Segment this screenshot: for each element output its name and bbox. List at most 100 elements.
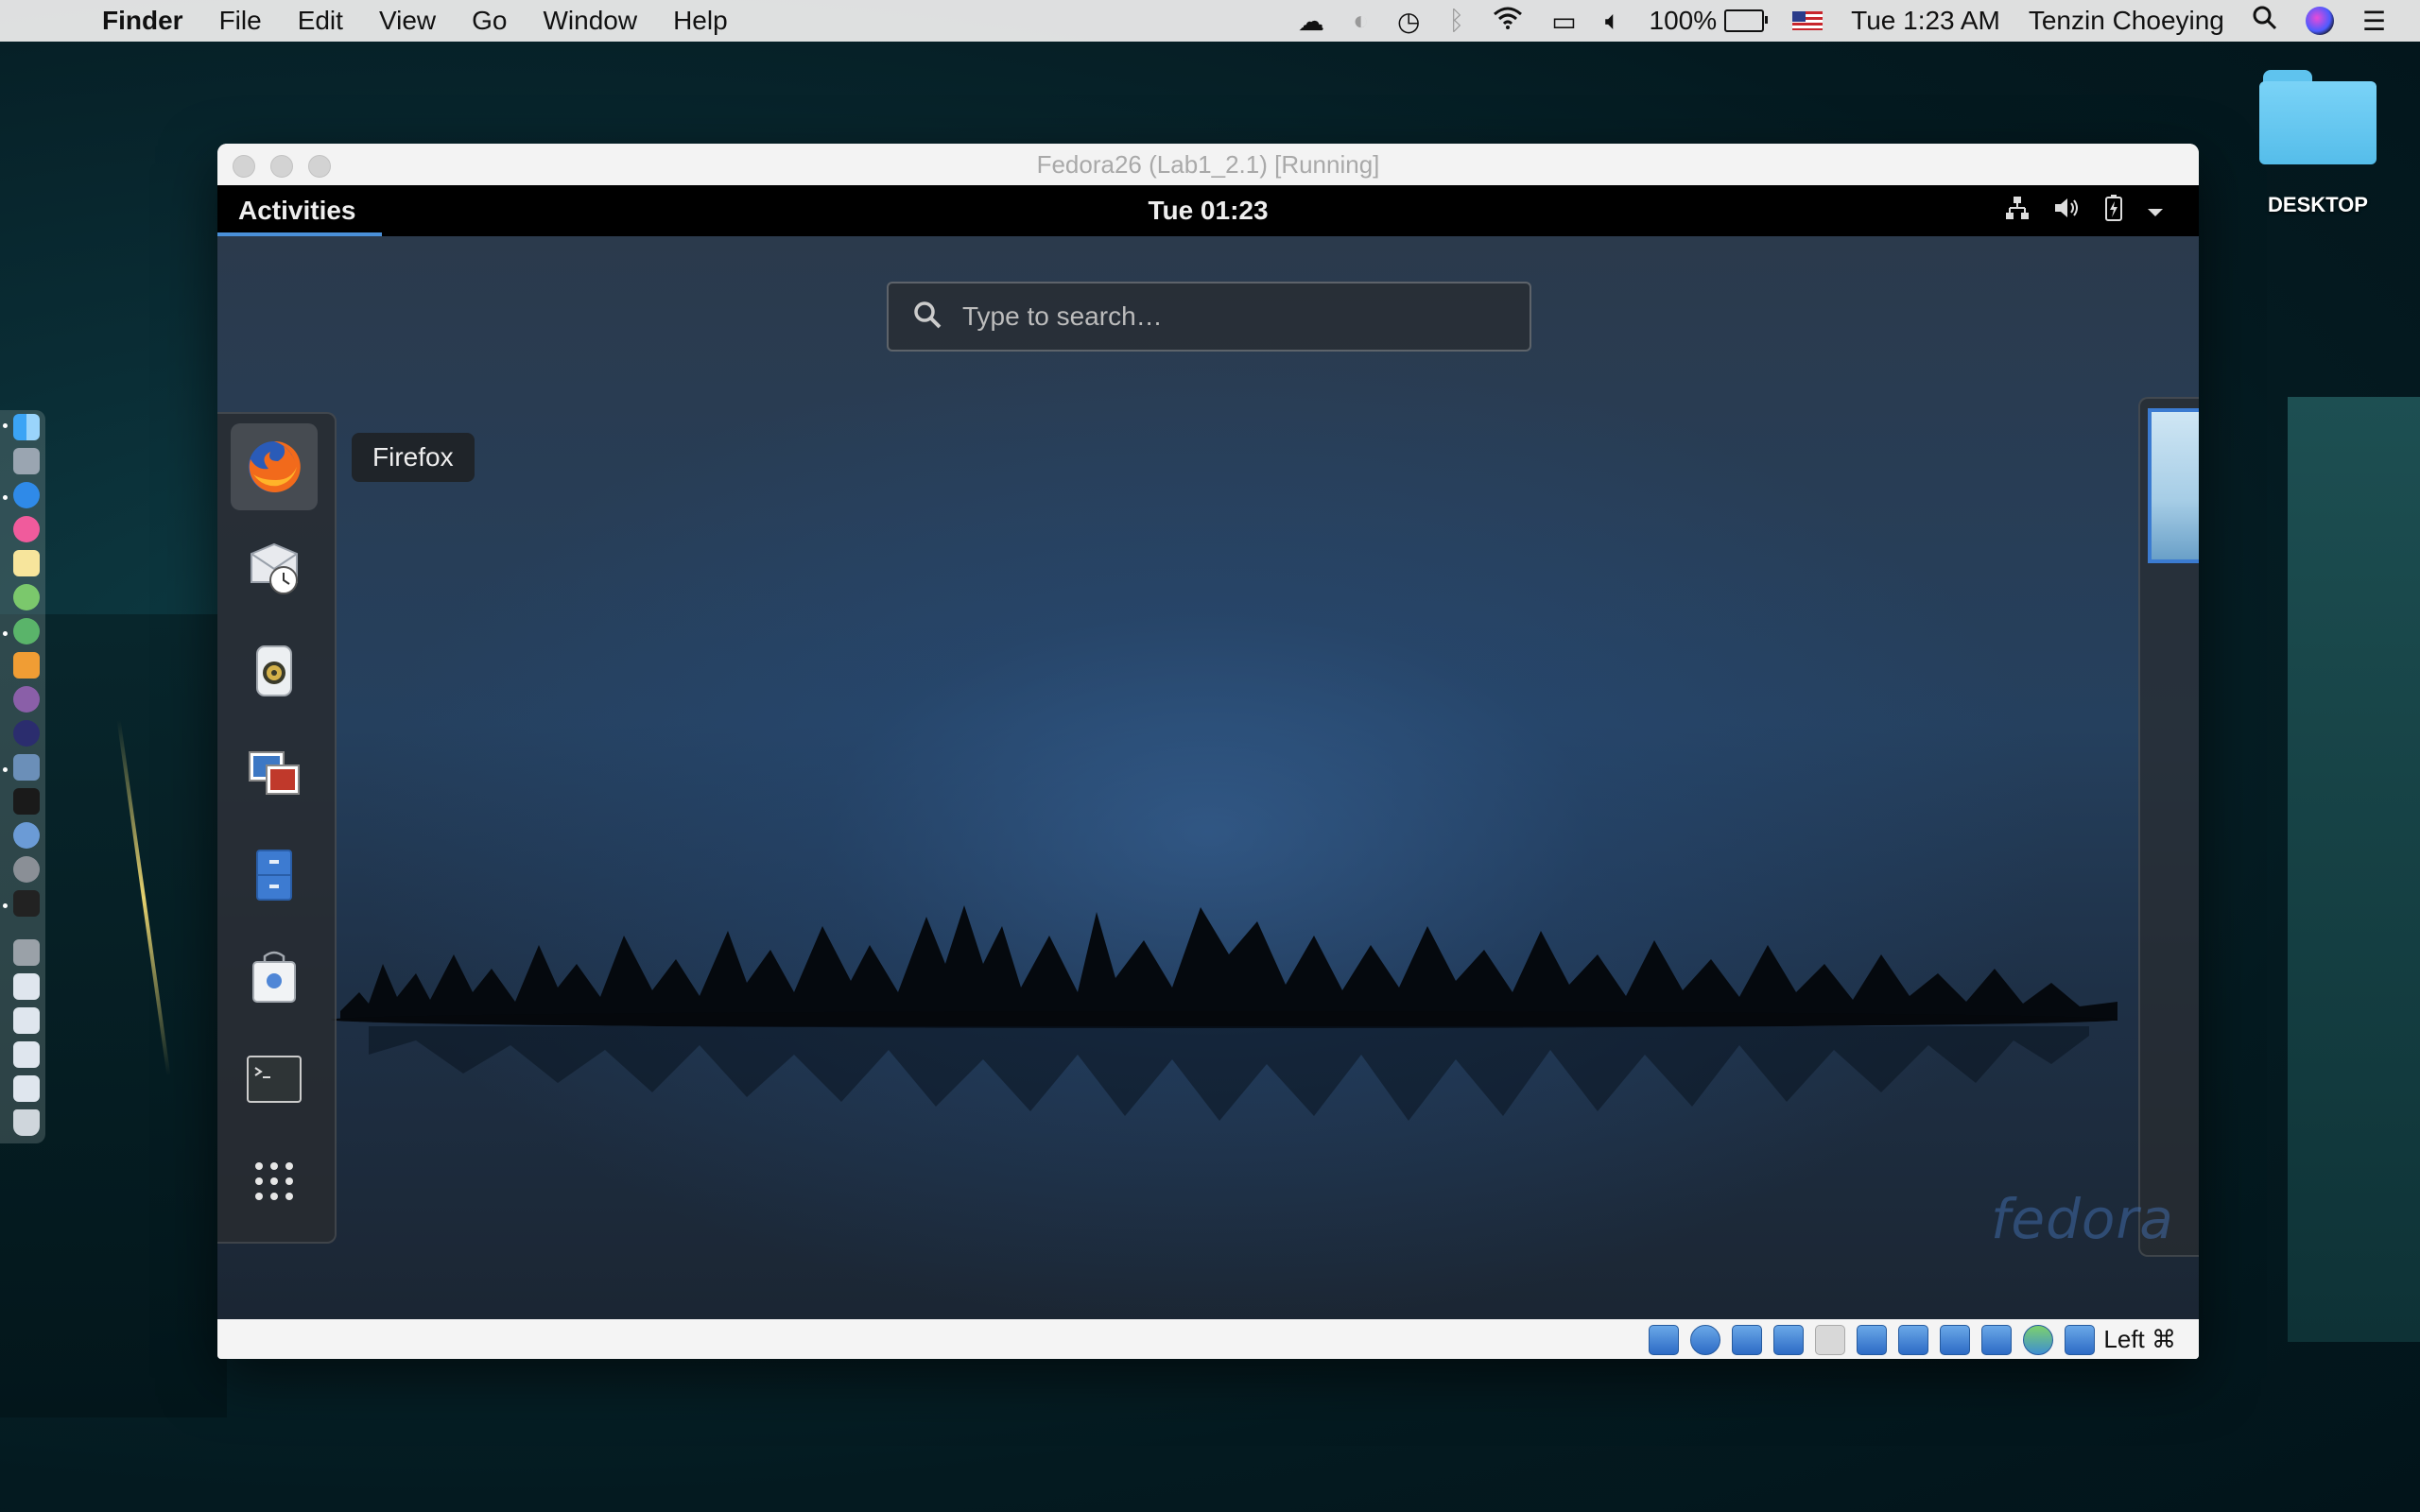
shared-folders-icon[interactable] xyxy=(1857,1325,1887,1355)
dash-software[interactable] xyxy=(231,934,318,1021)
file-icon[interactable] xyxy=(13,1075,40,1102)
shotwell-photos-icon xyxy=(249,751,300,795)
system-menu-arrow-icon[interactable] xyxy=(2146,197,2165,226)
us-flag-icon[interactable] xyxy=(1792,11,1824,30)
dash-evolution[interactable] xyxy=(231,525,318,612)
dash-tooltip: Firefox xyxy=(352,433,475,482)
dash-rhythmbox[interactable] xyxy=(231,627,318,714)
menubar-menus: Finder File Edit View Go Window Help xyxy=(102,0,764,42)
volume-icon[interactable] xyxy=(2053,195,2082,228)
optical-drive-icon[interactable] xyxy=(1690,1325,1720,1355)
android-studio-icon[interactable] xyxy=(13,618,40,644)
dash-shotwell[interactable] xyxy=(231,730,318,816)
notes-icon[interactable] xyxy=(13,550,40,576)
activities-button[interactable]: Activities xyxy=(238,185,356,236)
sublime-text-icon[interactable] xyxy=(13,652,40,679)
virtualbox-window: Fedora26 (Lab1_2.1) [Running] Tue 01:23 … xyxy=(217,144,2199,1359)
window-title: Fedora26 (Lab1_2.1) [Running] xyxy=(1036,150,1380,179)
spotlight-icon[interactable] xyxy=(2253,6,2277,37)
finder-icon[interactable] xyxy=(13,414,40,440)
desktop-folder-label[interactable]: DESKTOP xyxy=(2240,193,2395,217)
close-window-button[interactable] xyxy=(233,155,255,178)
gnome-top-bar: Tue 01:23 Activities xyxy=(217,185,2199,236)
gnome-wallpaper xyxy=(217,236,2199,1319)
siri-icon[interactable] xyxy=(2305,7,2334,35)
github-desktop-icon[interactable] xyxy=(13,686,40,713)
wallpaper-building xyxy=(2288,397,2420,1342)
menubar-user[interactable]: Tenzin Choeying xyxy=(2029,6,2224,36)
creative-cloud-icon[interactable]: ☁ xyxy=(1298,6,1324,37)
display-icon[interactable] xyxy=(1898,1325,1928,1355)
gnome-search-entry[interactable]: Type to search… xyxy=(887,282,1531,352)
battery-charging-icon[interactable] xyxy=(2104,194,2123,229)
airplay-icon[interactable]: ▭ xyxy=(1551,6,1576,37)
sync-icon[interactable]: ◐ xyxy=(1353,6,1369,36)
file-icon[interactable] xyxy=(13,1007,40,1034)
dash-firefox[interactable] xyxy=(231,423,318,510)
treeline-silhouette xyxy=(340,905,2118,1021)
dash-terminal[interactable] xyxy=(231,1036,318,1123)
video-capture-icon[interactable] xyxy=(1940,1325,1970,1355)
dock-running-indicator xyxy=(3,767,8,772)
time-machine-icon[interactable]: ◷ xyxy=(1397,6,1420,37)
gnome-system-tray[interactable] xyxy=(1981,185,2165,236)
terminal-icon[interactable] xyxy=(13,890,40,917)
network-wired-icon[interactable] xyxy=(2004,195,2031,228)
mouse-integration-icon[interactable] xyxy=(2065,1325,2095,1355)
zoom-window-button[interactable] xyxy=(308,155,331,178)
gnome-clock[interactable]: Tue 01:23 xyxy=(217,185,2199,236)
menu-app-name[interactable]: Finder xyxy=(102,6,183,36)
bluetooth-icon[interactable]: ᛒ xyxy=(1448,6,1464,36)
workspace-thumbnail[interactable] xyxy=(2148,408,2199,563)
menu-window[interactable]: Window xyxy=(543,6,637,36)
volume-icon[interactable]: 🔈︎ xyxy=(1605,6,1621,37)
software-bag-icon xyxy=(252,951,296,1003)
search-icon xyxy=(914,301,942,329)
trash-icon[interactable] xyxy=(13,1109,40,1136)
wifi-icon[interactable] xyxy=(1493,6,1523,36)
dock-running-indicator xyxy=(3,495,8,500)
battery-icon[interactable] xyxy=(1724,9,1769,32)
host-key-indicator[interactable]: Left ⌘ xyxy=(2103,1319,2176,1359)
macos-installer-icon[interactable] xyxy=(13,822,40,849)
file-icon[interactable] xyxy=(13,973,40,1000)
workspace-switcher xyxy=(2138,397,2199,1257)
itunes-icon[interactable] xyxy=(13,516,40,542)
audio-icon[interactable] xyxy=(1732,1325,1762,1355)
eclipse-icon[interactable] xyxy=(13,720,40,747)
menubar-status-area: ☁ ◐ ◷ ᛒ ▭ 🔈︎ 100% Tue 1:23 AM Tenzin Cho… xyxy=(1270,0,2386,42)
menu-file[interactable]: File xyxy=(219,6,262,36)
menu-edit[interactable]: Edit xyxy=(298,6,343,36)
minimize-window-button[interactable] xyxy=(270,155,293,178)
documents-stack-icon[interactable] xyxy=(13,939,40,966)
evolution-mail-icon xyxy=(251,542,298,594)
safari-icon[interactable] xyxy=(13,482,40,508)
menubar-clock[interactable]: Tue 1:23 AM xyxy=(1851,6,2000,36)
network-icon[interactable] xyxy=(1773,1325,1804,1355)
kindle-icon[interactable] xyxy=(13,788,40,815)
window-titlebar[interactable]: Fedora26 (Lab1_2.1) [Running] xyxy=(217,144,2199,185)
file-icon[interactable] xyxy=(13,1041,40,1068)
desktop-folder-icon[interactable] xyxy=(2259,70,2377,164)
android-file-transfer-icon[interactable] xyxy=(13,584,40,610)
show-applications-button[interactable] xyxy=(231,1138,318,1225)
guest-additions-icon[interactable] xyxy=(2023,1325,2053,1355)
notification-center-icon[interactable]: ☰ xyxy=(2362,6,2386,37)
menu-view[interactable]: View xyxy=(379,6,436,36)
activities-active-indicator xyxy=(217,232,382,236)
fedora-watermark: fedora xyxy=(1991,1187,2174,1251)
menu-go[interactable]: Go xyxy=(472,6,507,36)
launchpad-icon[interactable] xyxy=(13,448,40,474)
menu-help[interactable]: Help xyxy=(673,6,728,36)
guest-display[interactable]: Tue 01:23 Activities Type to search… Fir… xyxy=(217,185,2199,1319)
mac-menubar: Finder File Edit View Go Window Help ☁ ◐… xyxy=(0,0,2420,42)
hard-disk-icon[interactable] xyxy=(1649,1325,1679,1355)
cpu-icon[interactable] xyxy=(1981,1325,2012,1355)
virtualbox-status-bar: Left ⌘ xyxy=(217,1319,2199,1359)
usb-icon[interactable] xyxy=(1815,1325,1845,1355)
vm-device-icons xyxy=(1637,1325,2095,1355)
system-preferences-icon[interactable] xyxy=(13,856,40,883)
dash-files[interactable] xyxy=(231,832,318,919)
virtualbox-icon[interactable] xyxy=(13,754,40,781)
dock-running-indicator xyxy=(3,903,8,908)
